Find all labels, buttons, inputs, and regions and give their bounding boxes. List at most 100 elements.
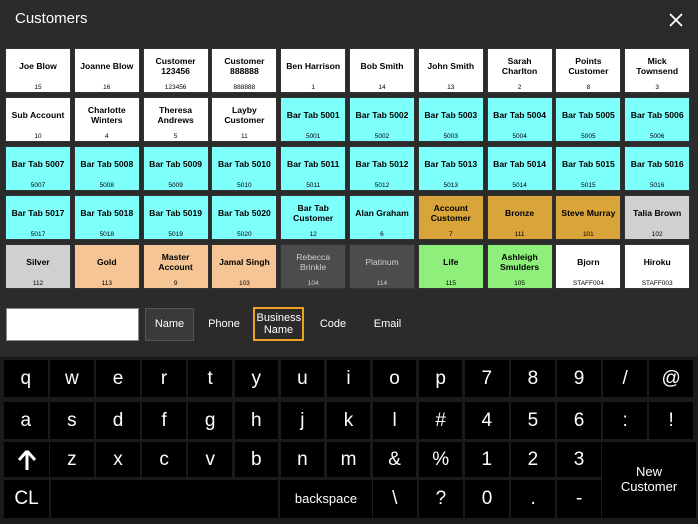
customer-tile[interactable]: Sarah Charlton 2 <box>486 48 553 93</box>
close-button[interactable] <box>664 8 688 32</box>
key[interactable]: e <box>96 360 140 397</box>
key[interactable]: : <box>603 402 647 439</box>
key[interactable]: q <box>4 360 48 397</box>
customer-tile[interactable]: John Smith 13 <box>417 48 484 93</box>
customer-tile[interactable]: Bar Tab 5011 5011 <box>280 146 347 191</box>
key[interactable]: # <box>418 402 463 439</box>
customer-tile[interactable]: Customer 888888 888888 <box>211 48 278 93</box>
customer-tile[interactable]: Silver 112 <box>5 244 71 289</box>
customer-tile[interactable]: Points Customer 8 <box>555 48 622 93</box>
customer-tile[interactable]: Joanne Blow 16 <box>73 48 140 93</box>
customer-tile[interactable]: Charlotte Winters 4 <box>73 97 140 142</box>
customer-tile[interactable]: Master Account 9 <box>142 244 209 289</box>
key[interactable]: 6 <box>557 402 601 439</box>
customer-tile[interactable]: Bar Tab 5004 5004 <box>486 97 553 142</box>
customer-tile[interactable]: Bronze 111 <box>486 195 553 240</box>
key[interactable]: b <box>234 442 279 477</box>
customer-tile[interactable]: Ashleigh Smulders 105 <box>486 244 553 289</box>
search-input[interactable] <box>6 308 139 341</box>
customer-tile[interactable]: Alan Graham 6 <box>348 195 415 240</box>
customer-tile[interactable]: Bar Tab 5002 5002 <box>348 97 415 142</box>
customer-tile[interactable]: Bar Tab 5015 5015 <box>555 146 622 191</box>
customer-tile[interactable]: Gold 113 <box>73 244 140 289</box>
key[interactable]: & <box>372 442 417 477</box>
key[interactable]: o <box>372 360 417 397</box>
customer-tile[interactable]: Bob Smith 14 <box>348 48 415 93</box>
customer-tile[interactable]: Bar Tab 5018 5018 <box>73 195 140 240</box>
customer-tile[interactable]: Ben Harrison 1 <box>280 48 347 93</box>
key[interactable]: 0 <box>465 480 509 518</box>
customer-tile[interactable]: Talia Brown 102 <box>624 195 691 240</box>
key[interactable]: z <box>50 442 94 477</box>
key[interactable]: 7 <box>465 360 509 397</box>
customer-tile[interactable]: Joe Blow 15 <box>5 48 71 93</box>
customer-tile[interactable]: Bar Tab 5005 5005 <box>555 97 622 142</box>
key[interactable]: k <box>326 402 371 439</box>
customer-tile[interactable]: Bar Tab 5006 5006 <box>624 97 691 142</box>
key[interactable]: 1 <box>465 442 509 477</box>
filter-code-button[interactable]: Code <box>309 308 357 341</box>
key[interactable]: j <box>280 402 325 439</box>
key[interactable]: r <box>142 360 186 397</box>
shift-key[interactable] <box>4 442 49 477</box>
key[interactable]: . <box>511 480 555 518</box>
key[interactable]: n <box>280 442 325 477</box>
customer-tile[interactable]: Bar Tab 5007 5007 <box>5 146 71 191</box>
key[interactable]: d <box>96 402 140 439</box>
key[interactable]: v <box>188 442 232 477</box>
key[interactable]: m <box>326 442 371 477</box>
key[interactable]: l <box>372 402 417 439</box>
customer-tile[interactable]: Bar Tab 5008 5008 <box>73 146 140 191</box>
key[interactable]: ! <box>649 402 693 439</box>
customer-tile[interactable]: Hiroku STAFF003 <box>624 244 691 289</box>
key[interactable]: h <box>234 402 279 439</box>
customer-tile[interactable]: Bar Tab 5001 5001 <box>280 97 347 142</box>
customer-tile[interactable]: Bar Tab 5013 5013 <box>417 146 484 191</box>
key[interactable]: / <box>603 360 647 397</box>
spacebar-key[interactable] <box>51 480 278 518</box>
new-customer-button[interactable]: New Customer <box>602 442 696 518</box>
key[interactable]: ? <box>419 480 463 518</box>
key[interactable]: 9 <box>557 360 601 397</box>
key[interactable]: w <box>50 360 94 397</box>
customer-tile[interactable]: Bjorn STAFF004 <box>555 244 622 289</box>
key[interactable]: 8 <box>511 360 555 397</box>
filter-business-name-button[interactable]: Business Name <box>253 307 304 341</box>
key[interactable]: % <box>418 442 463 477</box>
filter-phone-button[interactable]: Phone <box>199 308 249 341</box>
key[interactable]: g <box>188 402 232 439</box>
customer-tile[interactable]: Jamal Singh 103 <box>211 244 278 289</box>
key[interactable]: y <box>234 360 279 397</box>
customer-tile[interactable]: Bar Tab 5020 5020 <box>211 195 278 240</box>
customer-tile[interactable]: Account Customer 7 <box>417 195 484 240</box>
customer-tile[interactable]: Bar Tab 5014 5014 <box>486 146 553 191</box>
customer-tile[interactable]: Theresa Andrews 5 <box>142 97 209 142</box>
customer-tile[interactable]: Life 115 <box>417 244 484 289</box>
key[interactable]: x <box>96 442 140 477</box>
customer-tile[interactable]: Bar Tab 5009 5009 <box>142 146 209 191</box>
key[interactable]: 4 <box>465 402 509 439</box>
key[interactable]: p <box>418 360 463 397</box>
key[interactable]: \ <box>373 480 417 518</box>
key[interactable]: u <box>280 360 325 397</box>
key[interactable]: c <box>142 442 186 477</box>
customer-tile[interactable]: Steve Murray 101 <box>555 195 622 240</box>
key[interactable]: 5 <box>511 402 555 439</box>
filter-email-button[interactable]: Email <box>362 308 413 341</box>
key[interactable]: @ <box>649 360 693 397</box>
customer-tile[interactable]: Rebecca Brinkle 104 <box>280 244 347 289</box>
key[interactable]: f <box>142 402 186 439</box>
key[interactable]: s <box>50 402 94 439</box>
customer-tile[interactable]: Platinum 114 <box>348 244 415 289</box>
key[interactable]: - <box>557 480 601 518</box>
customer-tile[interactable]: Mick Townsend 3 <box>624 48 691 93</box>
clear-key[interactable]: CL <box>4 480 49 518</box>
backspace-key[interactable]: backspace <box>280 480 372 518</box>
customer-tile[interactable]: Bar Tab 5017 5017 <box>5 195 71 240</box>
key[interactable]: a <box>4 402 48 439</box>
customer-tile[interactable]: Bar Tab Customer 12 <box>280 195 347 240</box>
customer-tile[interactable]: Layby Customer 11 <box>211 97 278 142</box>
customer-tile[interactable]: Bar Tab 5016 5016 <box>624 146 691 191</box>
key[interactable]: 3 <box>557 442 601 477</box>
key[interactable]: 2 <box>511 442 555 477</box>
